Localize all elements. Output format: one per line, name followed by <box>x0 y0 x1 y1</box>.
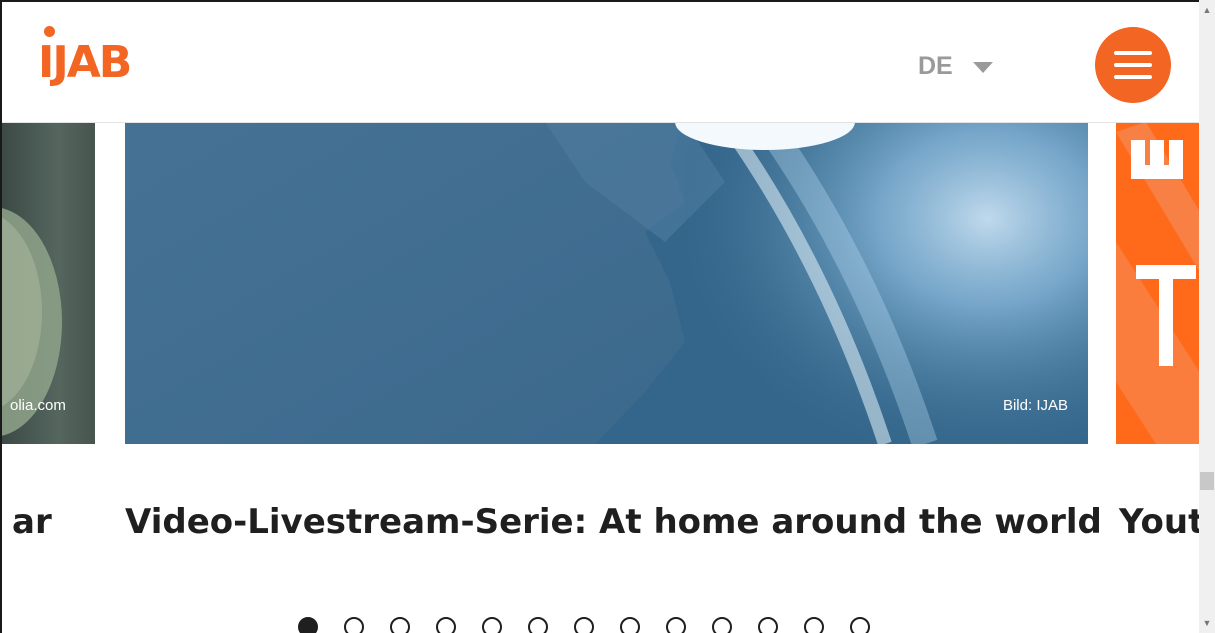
chevron-down-icon[interactable]: ▼ <box>1199 615 1215 631</box>
carousel-dot[interactable] <box>574 617 594 633</box>
carousel-dot[interactable] <box>804 617 824 633</box>
carousel-dot[interactable] <box>344 617 364 633</box>
ijab-logo[interactable]: IJAB <box>38 26 138 98</box>
carousel-dot[interactable] <box>620 617 640 633</box>
carousel-dot[interactable] <box>482 617 502 633</box>
logo-text: IJAB <box>38 37 132 88</box>
language-label: DE <box>918 52 953 80</box>
page-frame: IJAB DE olia.com Bild: IJAB ar Video-Liv… <box>0 0 1199 633</box>
carousel-dot[interactable] <box>298 617 318 633</box>
image-credit-left: olia.com <box>10 397 66 414</box>
carousel-dot[interactable] <box>666 617 686 633</box>
image-credit-main: Bild: IJAB <box>1002 397 1068 414</box>
vertical-scrollbar[interactable]: ▲ ▼ <box>1199 0 1215 633</box>
language-selector[interactable]: DE <box>918 52 993 81</box>
caret-down-icon <box>972 62 993 73</box>
carousel-pagination <box>298 617 870 633</box>
slide-title-right[interactable]: Yout <box>1119 502 1199 542</box>
hamburger-icon-line <box>1114 63 1152 67</box>
earth-image <box>125 122 1088 444</box>
carousel-dot[interactable] <box>850 617 870 633</box>
hamburger-icon-line <box>1114 75 1152 79</box>
hamburger-icon <box>1114 51 1152 55</box>
slide-title-left[interactable]: ar <box>12 502 52 542</box>
youth-graphic <box>1116 122 1199 444</box>
carousel-dot[interactable] <box>712 617 732 633</box>
site-header: IJAB DE <box>2 2 1199 123</box>
slide-image-main[interactable]: Bild: IJAB <box>125 122 1088 444</box>
planet-image <box>2 208 62 436</box>
slide-image-left[interactable]: olia.com <box>2 122 95 444</box>
carousel-dot[interactable] <box>528 617 548 633</box>
menu-button[interactable] <box>1095 27 1171 103</box>
scroll-thumb[interactable] <box>1200 472 1214 490</box>
slide-image-right[interactable] <box>1116 122 1199 444</box>
carousel-dot[interactable] <box>390 617 410 633</box>
carousel-dot[interactable] <box>758 617 778 633</box>
carousel-dot[interactable] <box>436 617 456 633</box>
slide-title-main[interactable]: Video-Livestream-Serie: At home around t… <box>125 502 1102 542</box>
logo-dot <box>44 26 55 37</box>
chevron-up-icon[interactable]: ▲ <box>1199 2 1215 18</box>
